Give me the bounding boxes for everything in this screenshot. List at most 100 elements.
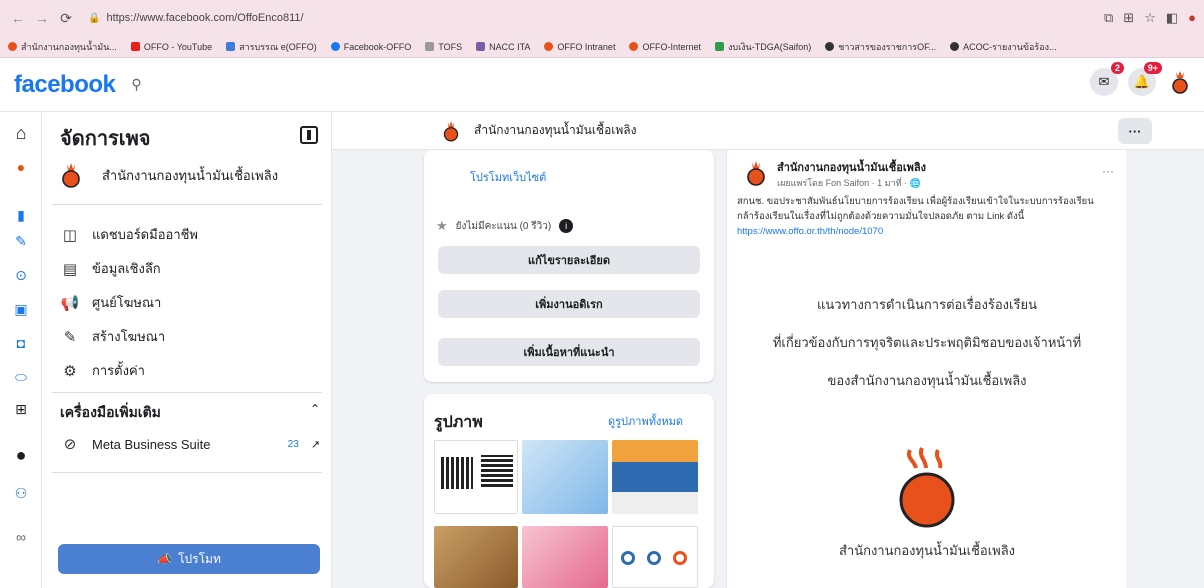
page-logo-icon bbox=[62, 163, 80, 188]
messenger-icon: ✉ bbox=[1098, 74, 1110, 89]
page-logo-icon bbox=[1172, 71, 1188, 94]
avatar-icon[interactable]: ● bbox=[10, 444, 32, 466]
add-hobbies-button[interactable]: เพิ่มงานอดิเรก bbox=[438, 290, 700, 318]
chevron-up-icon[interactable]: ⌃ bbox=[310, 402, 320, 416]
bookmark-item[interactable]: OFFO-Internet bbox=[629, 42, 701, 52]
share-icon[interactable]: ⧉ bbox=[1104, 10, 1113, 26]
page-logo-icon[interactable]: ● bbox=[10, 156, 32, 178]
notifications-button[interactable]: 🔔 9+ bbox=[1128, 62, 1162, 96]
post-body: สกนช. ขอประชาสัมพันธ์นโยบายการร้องเรียน … bbox=[737, 196, 1094, 237]
rating-row: ★ ยังไม่มีคะแนน (0 รีวิว) i bbox=[436, 218, 574, 234]
gear-icon: ⚙ bbox=[63, 362, 77, 380]
account-button[interactable] bbox=[1166, 68, 1194, 96]
facebook-logo[interactable]: facebook bbox=[14, 71, 116, 99]
home-icon[interactable]: ⌂ bbox=[10, 122, 32, 144]
link-icon[interactable]: ∞ bbox=[10, 526, 32, 548]
bookmark-item[interactable]: Facebook-OFFO bbox=[330, 42, 411, 52]
bookmark-item[interactable]: งบเงิน-TDGA(Saifon) bbox=[714, 40, 811, 54]
divider bbox=[52, 472, 322, 473]
drop-icon bbox=[544, 42, 554, 51]
menu-item-ad-center[interactable]: 📢 ศูนย์โฆษณา bbox=[60, 292, 162, 313]
post-card: สำนักงานกองทุนน้ำมันเชื้อเพลิง เผยแพร่โด… bbox=[726, 150, 1126, 588]
qr-code-icon bbox=[481, 455, 513, 487]
post-more-icon[interactable]: ··· bbox=[1102, 164, 1114, 178]
document-icon bbox=[226, 42, 236, 51]
panel-title: จัดการเพจ bbox=[60, 128, 151, 150]
ads-icon[interactable]: ▣ bbox=[10, 298, 32, 320]
bookmark-item[interactable]: OFFO Intranet bbox=[544, 42, 615, 52]
notifications-badge: 9+ bbox=[1143, 62, 1162, 74]
page-name: สำนักงานกองทุนน้ำมันเชื้อเพลิง bbox=[102, 167, 279, 183]
address-bar[interactable]: 🔒 https://www.facebook.com/OffoEnco811/ bbox=[88, 7, 1092, 29]
promote-button[interactable]: 📣 โปรโมท bbox=[58, 544, 320, 574]
grid-icon[interactable]: ⊞ bbox=[10, 398, 32, 420]
bookmark-item[interactable]: สำนักงานกองทุนน้ำมัน... bbox=[8, 40, 117, 54]
toggle-icon[interactable]: ⬭ bbox=[10, 366, 32, 388]
page-logo-icon bbox=[443, 120, 459, 141]
people-icon[interactable]: ⚇ bbox=[10, 482, 32, 504]
page-switcher[interactable]: สำนักงานกองทุนน้ำมันเชื้อเพลิง bbox=[60, 162, 278, 188]
link-icon bbox=[425, 42, 435, 51]
search-icon[interactable]: ⚲ bbox=[131, 76, 141, 93]
back-icon[interactable]: ← bbox=[8, 10, 28, 26]
right-gutter bbox=[1126, 150, 1204, 588]
forward-icon[interactable]: → bbox=[32, 10, 52, 26]
chart-icon[interactable]: ▮ bbox=[10, 204, 32, 226]
post-author[interactable]: สำนักงานกองทุนน้ำมันเชื้อเพลิง bbox=[777, 158, 926, 176]
bookmark-star-icon[interactable]: ☆ bbox=[1144, 10, 1156, 26]
author-avatar[interactable] bbox=[745, 160, 767, 186]
meta-business-suite-link[interactable]: ⊘ Meta Business Suite 23 ↗ bbox=[60, 434, 320, 454]
collapse-panel-icon[interactable] bbox=[300, 126, 318, 144]
post-image-line-3: ของสำนักงานกองทุนน้ำมันเชื้อเพลิง bbox=[827, 373, 1027, 388]
bookmark-item[interactable]: NACC ITA bbox=[476, 42, 530, 52]
see-all-photos-link[interactable]: ดูรูปภาพทั้งหมด bbox=[608, 412, 683, 430]
divider bbox=[52, 204, 322, 205]
url-text: https://www.facebook.com/OffoEnco811/ bbox=[106, 12, 304, 24]
logo-caption: สำนักงานกองทุนน้ำมันเชื้อเพลิง bbox=[838, 543, 1016, 558]
dashboard-icon: ◫ bbox=[62, 226, 78, 244]
bookmark-item[interactable]: OFFO - YouTube bbox=[130, 42, 212, 52]
post-link[interactable]: https://www.offo.or.th/th/node/1070 bbox=[737, 226, 883, 237]
facebook-icon bbox=[330, 42, 340, 51]
bookmark-item[interactable]: ACOC-รายงานข้อร้อง... bbox=[950, 40, 1057, 54]
photo-thumbnail[interactable] bbox=[522, 526, 608, 588]
add-featured-button[interactable]: เพิ่มเนื้อหาที่แนะนำ bbox=[438, 338, 700, 366]
menu-item-settings[interactable]: ⚙ การตั้งค่า bbox=[60, 360, 145, 381]
menu-item-dashboard[interactable]: ◫ แดชบอร์ดมืออาชีพ bbox=[60, 224, 198, 245]
photos-title: รูปภาพ bbox=[434, 414, 483, 431]
photo-thumbnail[interactable] bbox=[612, 526, 698, 588]
external-arrow-icon: ↗ bbox=[310, 438, 320, 451]
menu-item-create-ad[interactable]: ✎ สร้างโฆษณา bbox=[60, 326, 165, 347]
currency-icon[interactable]: ⊙ bbox=[10, 264, 32, 286]
messenger-button[interactable]: ✉ 2 bbox=[1090, 62, 1124, 96]
monitor-icon[interactable]: ◘ bbox=[10, 332, 32, 354]
more-options-button[interactable]: ··· bbox=[1118, 118, 1152, 144]
qr-code-icon bbox=[441, 457, 473, 489]
globe-icon bbox=[825, 42, 835, 51]
info-icon[interactable]: i bbox=[559, 219, 574, 233]
menu-item-insights[interactable]: ▤ ข้อมูลเชิงลึก bbox=[60, 258, 161, 279]
bookmark-item[interactable]: ชาวสารของราชการOF... bbox=[825, 40, 936, 54]
reload-icon[interactable]: ⟳ bbox=[56, 10, 76, 27]
megaphone-icon[interactable]: ✎ bbox=[10, 230, 32, 252]
globe-icon bbox=[950, 42, 960, 51]
photo-thumbnail[interactable] bbox=[612, 440, 698, 514]
promote-website-link[interactable]: โปรโมทเว็บไซต์ bbox=[470, 168, 546, 186]
photo-thumbnail[interactable] bbox=[522, 440, 608, 514]
translate-icon[interactable]: ⊞ bbox=[1123, 10, 1134, 26]
photo-thumbnail[interactable] bbox=[434, 526, 518, 588]
oil-drop-logo-icon bbox=[899, 447, 955, 528]
profile-icon[interactable]: ● bbox=[1188, 10, 1196, 26]
header-page-name[interactable]: สำนักงานกองทุนน้ำมันเชื้อเพลิง bbox=[474, 121, 637, 140]
more-tools-heading[interactable]: เครื่องมือเพิ่มเติม bbox=[60, 402, 161, 424]
bookmark-item[interactable]: TOFS bbox=[425, 42, 462, 52]
photo-thumbnail[interactable] bbox=[434, 440, 518, 514]
post-image-line-2: ที่เกี่ยวข้องกับการทุจริตและประพฤติมิชอบ… bbox=[772, 335, 1082, 350]
circle-icon bbox=[647, 551, 661, 565]
sidebar-icon[interactable]: ◧ bbox=[1166, 10, 1178, 26]
insights-icon: ▤ bbox=[62, 260, 78, 278]
manage-page-panel: จัดการเพจ สำนักงานกองทุนน้ำมันเชื้อเพลิง… bbox=[42, 112, 332, 588]
drop-icon bbox=[629, 42, 639, 51]
bookmark-item[interactable]: สารบรรณ e(OFFO) bbox=[226, 40, 317, 54]
edit-details-button[interactable]: แก้ไขรายละเอียด bbox=[438, 246, 700, 274]
